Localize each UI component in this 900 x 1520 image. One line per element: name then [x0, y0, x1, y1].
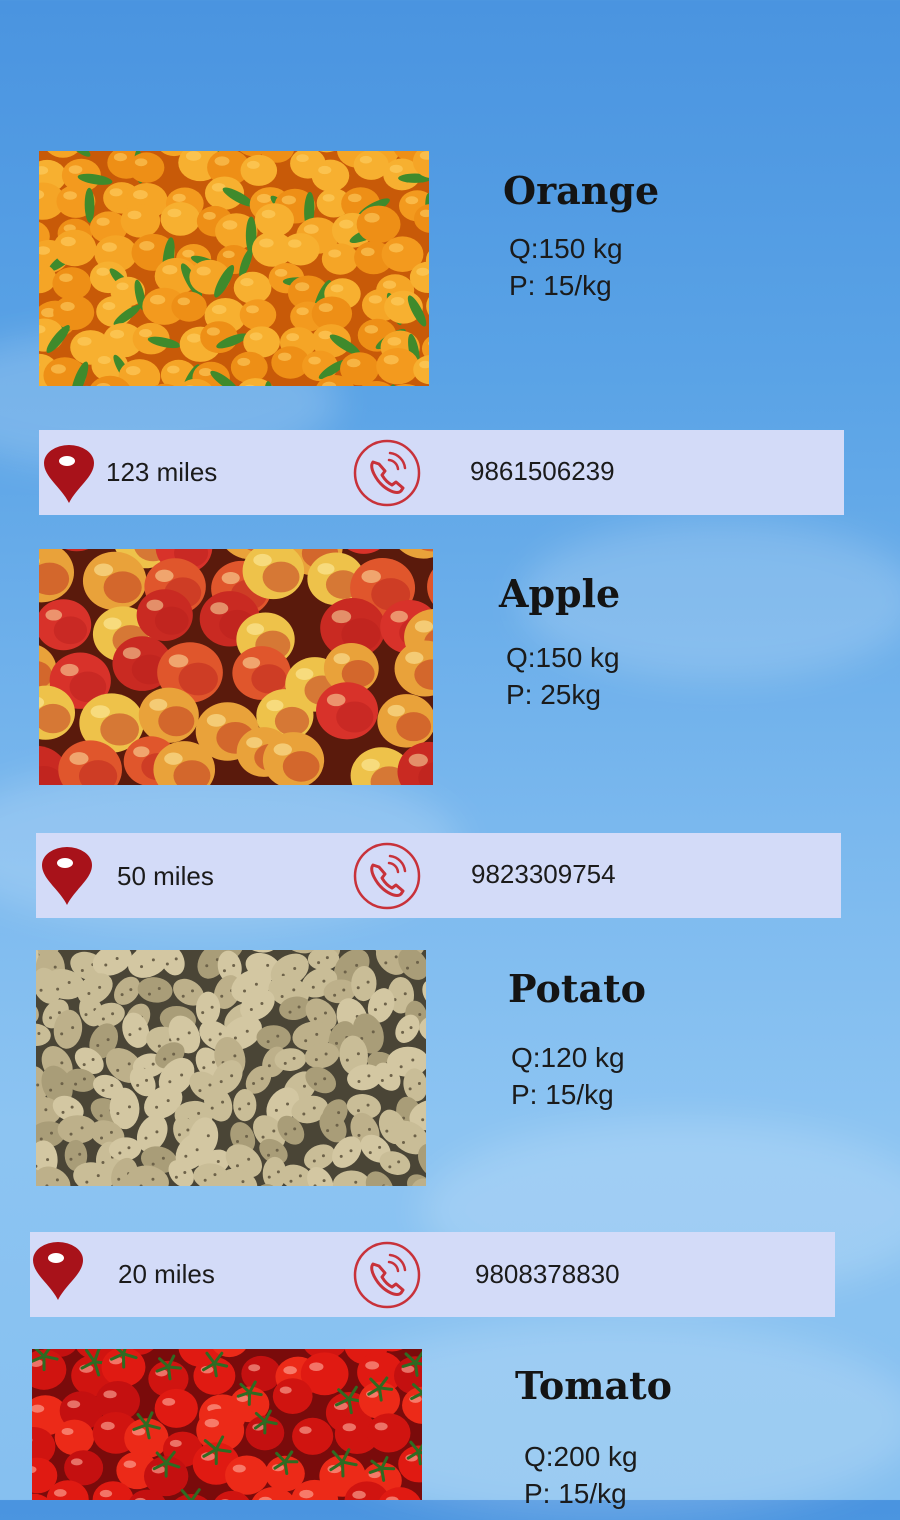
product-price: P: 25kg: [506, 676, 620, 713]
product-price: P: 15/kg: [509, 267, 623, 304]
product-details: Q:200 kg P: 15/kg: [524, 1438, 638, 1512]
product-quantity: Q:150 kg: [509, 230, 623, 267]
contact-bar: 50 miles 9823309754: [36, 833, 841, 918]
product-details: Q:120 kg P: 15/kg: [511, 1039, 625, 1113]
product-name: Potato: [508, 966, 646, 1011]
map-pin-icon: [39, 845, 95, 907]
product-quantity: Q:120 kg: [511, 1039, 625, 1076]
map-pin-icon: [41, 443, 97, 505]
phone-number[interactable]: 9808378830: [475, 1259, 620, 1290]
product-name: Orange: [503, 168, 659, 213]
product-quantity: Q:150 kg: [506, 639, 620, 676]
contact-bar: 123 miles 9861506239: [39, 430, 844, 515]
product-photo-tomato[interactable]: [32, 1349, 422, 1500]
phone-call-icon[interactable]: [352, 438, 422, 508]
product-price: P: 15/kg: [524, 1475, 638, 1512]
product-name: Tomato: [515, 1363, 672, 1408]
product-name: Apple: [499, 571, 620, 616]
product-details: Q:150 kg P: 15/kg: [509, 230, 623, 304]
product-photo-apple[interactable]: [39, 549, 433, 785]
product-quantity: Q:200 kg: [524, 1438, 638, 1475]
product-details: Q:150 kg P: 25kg: [506, 639, 620, 713]
contact-bar: 20 miles 9808378830: [30, 1232, 835, 1317]
phone-number[interactable]: 9823309754: [471, 859, 616, 890]
phone-call-icon[interactable]: [352, 841, 422, 911]
map-pin-icon: [30, 1240, 86, 1302]
product-photo-potato[interactable]: [36, 950, 426, 1186]
distance-label: 20 miles: [118, 1259, 215, 1290]
distance-label: 123 miles: [106, 457, 217, 488]
phone-number[interactable]: 9861506239: [470, 456, 615, 487]
distance-label: 50 miles: [117, 861, 214, 892]
product-photo-orange[interactable]: [39, 151, 429, 386]
product-price: P: 15/kg: [511, 1076, 625, 1113]
phone-call-icon[interactable]: [352, 1240, 422, 1310]
